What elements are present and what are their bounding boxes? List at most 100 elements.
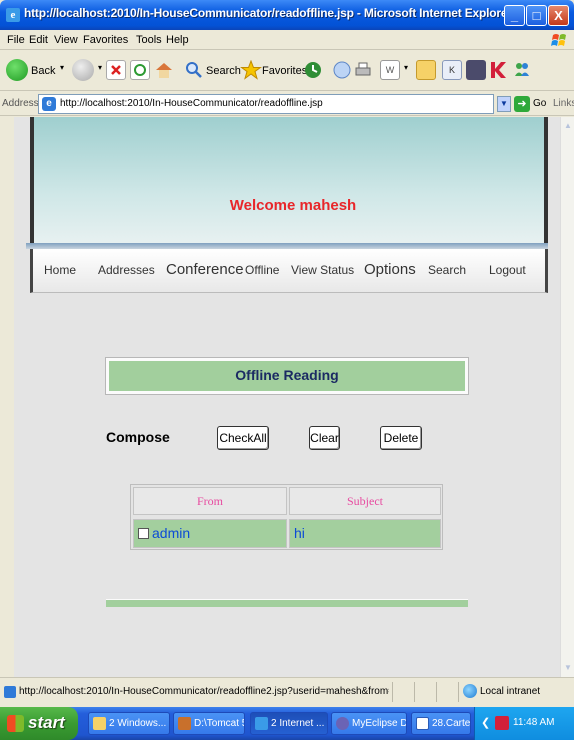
start-label: start bbox=[28, 713, 65, 732]
tomcat-icon bbox=[178, 717, 191, 730]
print-icon[interactable] bbox=[353, 60, 373, 80]
clear-button[interactable]: Clear bbox=[309, 426, 340, 450]
title-bar[interactable]: e http://localhost:2010/In-HouseCommunic… bbox=[0, 0, 574, 30]
favorites-star-icon[interactable] bbox=[239, 59, 263, 80]
start-button[interactable]: start bbox=[0, 707, 78, 740]
left-margin bbox=[0, 117, 14, 677]
home-icon[interactable] bbox=[154, 60, 174, 80]
task-label: 2 Internet ... bbox=[271, 718, 325, 729]
kaspersky-k-icon[interactable]: K bbox=[442, 60, 462, 80]
welcome-message: Welcome mahesh bbox=[229, 197, 357, 214]
delete-button[interactable]: Delete bbox=[380, 426, 422, 450]
links-button[interactable]: Links bbox=[553, 98, 574, 109]
offline-reading-header: Offline Reading bbox=[105, 357, 469, 395]
menu-view[interactable]: View bbox=[54, 34, 78, 46]
taskbar: start 2 Windows... D:\Tomcat 5... 2 Inte… bbox=[0, 707, 574, 740]
back-icon[interactable] bbox=[6, 59, 28, 81]
status-bar: http://localhost:2010/In-HouseCommunicat… bbox=[0, 677, 574, 707]
nav-home[interactable]: Home bbox=[44, 263, 76, 277]
menu-edit[interactable]: Edit bbox=[29, 34, 48, 46]
library-icon[interactable] bbox=[466, 60, 486, 80]
minimize-button[interactable]: _ bbox=[504, 5, 525, 26]
messenger-icon[interactable] bbox=[512, 60, 532, 80]
refresh-icon[interactable] bbox=[130, 60, 150, 80]
task-tomcat[interactable]: D:\Tomcat 5... bbox=[173, 712, 245, 735]
address-input[interactable]: e http://localhost:2010/In-HouseCommunic… bbox=[38, 94, 494, 114]
nav-conference[interactable]: Conference bbox=[166, 261, 244, 278]
task-label: D:\Tomcat 5... bbox=[194, 718, 244, 729]
kaspersky-tray-icon[interactable] bbox=[495, 716, 509, 730]
task-word-doc[interactable]: 28.Cartel Co... bbox=[411, 712, 471, 735]
window-title: http://localhost:2010/In-HouseCommunicat… bbox=[24, 6, 512, 20]
vertical-scrollbar[interactable]: ▲ ▼ bbox=[560, 117, 574, 677]
edit-dropdown-icon[interactable]: ▾ bbox=[404, 63, 408, 72]
forward-icon[interactable] bbox=[72, 59, 94, 81]
nav-bar: Home Addresses Conference Offline View S… bbox=[30, 249, 548, 293]
intranet-globe-icon bbox=[463, 684, 477, 698]
favorites-label[interactable]: Favorites bbox=[262, 65, 307, 77]
nav-offline[interactable]: Offline bbox=[245, 263, 279, 277]
page-favicon-icon: e bbox=[42, 97, 56, 111]
check-all-button[interactable]: CheckAll bbox=[217, 426, 269, 450]
edit-icon[interactable]: W bbox=[380, 60, 400, 80]
nav-options[interactable]: Options bbox=[364, 261, 416, 278]
search-label[interactable]: Search bbox=[206, 65, 241, 77]
k-logo-icon[interactable] bbox=[488, 60, 508, 80]
task-myeclipse[interactable]: MyEclipse Da... bbox=[331, 712, 407, 735]
address-dropdown-icon[interactable]: ▼ bbox=[497, 96, 511, 112]
task-label: 28.Cartel Co... bbox=[432, 718, 471, 729]
menu-file[interactable]: File bbox=[7, 34, 25, 46]
column-header-from: From bbox=[133, 487, 287, 515]
windows-flag-icon bbox=[551, 34, 566, 46]
tray-expand-icon[interactable]: ❮ bbox=[481, 716, 495, 730]
go-arrow-icon[interactable]: ➜ bbox=[514, 96, 530, 112]
forward-dropdown-icon[interactable]: ▾ bbox=[98, 63, 102, 72]
status-divider bbox=[414, 682, 415, 702]
address-label: Address bbox=[2, 98, 39, 109]
word-icon bbox=[416, 717, 429, 730]
panel-title: Offline Reading bbox=[235, 367, 339, 383]
compose-link[interactable]: Compose bbox=[106, 429, 170, 445]
system-tray: ❮ 11:48 AM bbox=[474, 707, 574, 740]
back-label[interactable]: Back bbox=[31, 65, 55, 77]
history-icon[interactable] bbox=[303, 60, 323, 80]
menu-help[interactable]: Help bbox=[166, 34, 189, 46]
nav-view-status[interactable]: View Status bbox=[291, 263, 354, 277]
address-url[interactable]: http://localhost:2010/In-HouseCommunicat… bbox=[60, 98, 323, 109]
mail-icon[interactable] bbox=[332, 60, 352, 80]
ie-window: e http://localhost:2010/In-HouseCommunic… bbox=[0, 0, 574, 740]
folder-icon[interactable] bbox=[416, 60, 436, 80]
menu-favorites[interactable]: Favorites bbox=[83, 34, 128, 46]
back-dropdown-icon[interactable]: ▾ bbox=[60, 63, 64, 72]
address-bar: Address e http://localhost:2010/In-House… bbox=[0, 92, 574, 116]
scroll-up-icon[interactable]: ▲ bbox=[562, 119, 574, 133]
windows-logo-icon bbox=[7, 715, 24, 732]
task-windows-explorer[interactable]: 2 Windows... bbox=[88, 712, 170, 735]
toolbar: Back ▾ ▾ Search Favorites W ▾ K bbox=[0, 51, 574, 91]
nav-search[interactable]: Search bbox=[428, 263, 466, 277]
task-label: 2 Windows... bbox=[109, 718, 167, 729]
header-banner: Welcome mahesh bbox=[30, 117, 548, 245]
message-select-checkbox[interactable] bbox=[138, 528, 149, 539]
nav-addresses[interactable]: Addresses bbox=[98, 263, 155, 277]
clock: 11:48 AM bbox=[513, 717, 555, 728]
ie-icon bbox=[255, 717, 268, 730]
scroll-down-icon[interactable]: ▼ bbox=[562, 661, 574, 675]
stop-icon[interactable] bbox=[106, 60, 126, 80]
ie-logo-icon: e bbox=[6, 8, 20, 22]
offline-messages-table: From Subject admin hi bbox=[130, 484, 443, 550]
message-subject[interactable]: hi bbox=[294, 525, 305, 541]
status-divider bbox=[436, 682, 437, 702]
maximize-button[interactable]: □ bbox=[526, 5, 547, 26]
menu-tools[interactable]: Tools bbox=[136, 34, 162, 46]
search-icon[interactable] bbox=[184, 60, 204, 80]
message-from-cell[interactable]: admin bbox=[133, 519, 287, 548]
task-label: MyEclipse Da... bbox=[352, 718, 407, 729]
message-from[interactable]: admin bbox=[152, 525, 190, 541]
message-subject-cell[interactable]: hi bbox=[289, 519, 441, 548]
nav-logout[interactable]: Logout bbox=[489, 263, 526, 277]
close-button[interactable]: X bbox=[548, 5, 569, 26]
status-divider bbox=[392, 682, 393, 702]
task-internet-explorer[interactable]: 2 Internet ... bbox=[250, 712, 328, 735]
go-button[interactable]: Go bbox=[533, 98, 546, 109]
